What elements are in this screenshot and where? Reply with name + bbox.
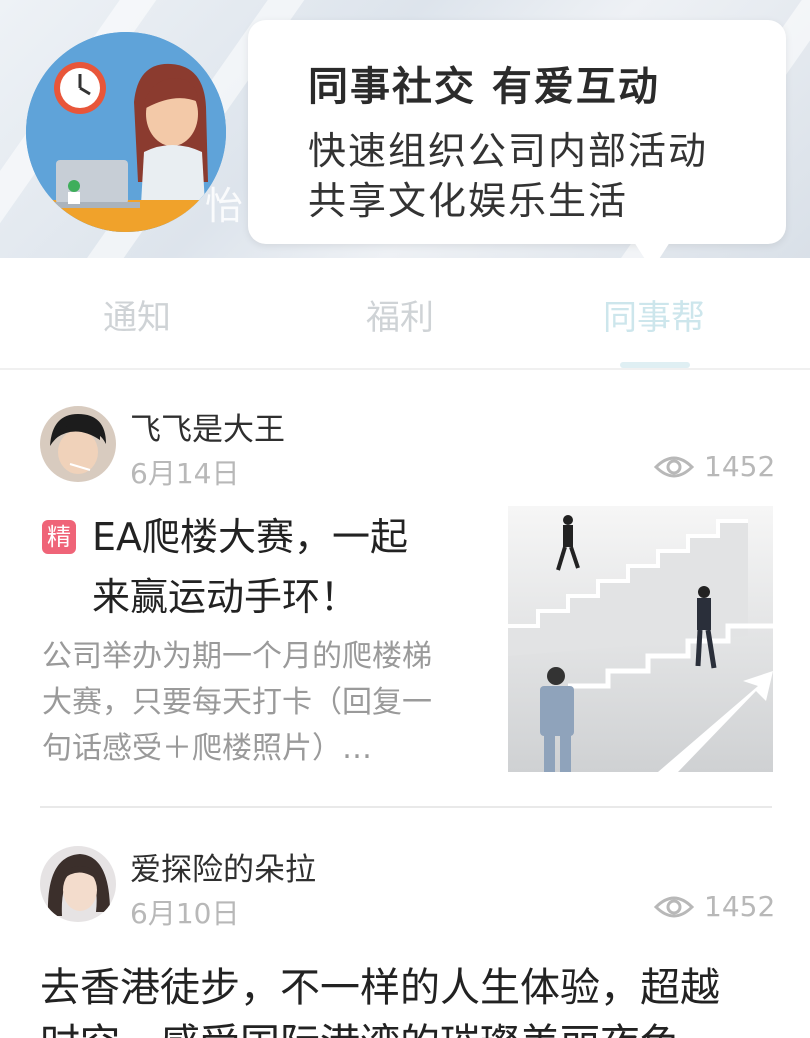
post-excerpt-line-3: 句话感受＋爬楼照片）… [42, 731, 372, 766]
author-avatar[interactable] [40, 406, 116, 482]
post-title-line-2[interactable]: 时空，感受国际港湾的璀璨美丽夜色 [40, 1016, 780, 1038]
view-count: 1452 [654, 450, 775, 483]
eye-icon [654, 456, 694, 477]
tab-colleague-help[interactable]: 同事帮 [603, 290, 705, 339]
tab-notice[interactable]: 通知 [103, 290, 171, 339]
post-title-line-2[interactable]: 来赢运动手环！ [92, 570, 358, 624]
header-banner: 怡 同事社交 有爱互动 快速组织公司内部活动 共享文化娱乐生活 [0, 0, 810, 258]
feature-tooltip: 同事社交 有爱互动 快速组织公司内部活动 共享文化娱乐生活 [248, 20, 786, 258]
post-divider [40, 806, 772, 808]
author-name[interactable]: 飞飞是大王 [130, 404, 285, 449]
post-date: 6月14日 [130, 457, 240, 490]
post-excerpt-line-1: 公司举办为期一个月的爬楼梯 [42, 639, 432, 674]
post-thumbnail[interactable] [508, 506, 773, 772]
post-feed[interactable]: 飞飞是大王 6月14日 1452 精 EA爬楼大赛，一起 来赢运动手环！ 公司举… [0, 370, 810, 1038]
tooltip-title: 同事社交 有爱互动 [308, 64, 660, 110]
active-tab-indicator [620, 362, 690, 368]
view-count-value: 1452 [704, 450, 776, 483]
author-avatar-image [40, 406, 116, 482]
tab-bar: 通知 福利 同事帮 [0, 258, 810, 370]
tooltip-line-1: 快速组织公司内部活动 [308, 129, 709, 173]
eye-icon [654, 896, 694, 917]
office-worker-illustration [26, 32, 226, 232]
author-avatar[interactable] [40, 846, 116, 922]
view-count-value: 1452 [704, 890, 776, 923]
author-name[interactable]: 爱探险的朵拉 [130, 844, 316, 889]
featured-badge: 精 [42, 520, 76, 554]
tooltip-line-2: 共享文化娱乐生活 [308, 179, 629, 223]
stairs-image [508, 506, 773, 772]
author-avatar-image [40, 846, 116, 922]
tab-benefits[interactable]: 福利 [366, 290, 434, 339]
post-date: 6月10日 [130, 897, 240, 930]
post-title-line-1[interactable]: EA爬楼大赛，一起 [92, 510, 408, 564]
illustration-avatar [26, 32, 226, 232]
view-count: 1452 [654, 890, 775, 923]
post-title-line-1[interactable]: 去香港徒步，不一样的人生体验，超越 [40, 960, 780, 1016]
post-excerpt-line-2: 大赛，只要每天打卡（回复一 [42, 685, 432, 720]
